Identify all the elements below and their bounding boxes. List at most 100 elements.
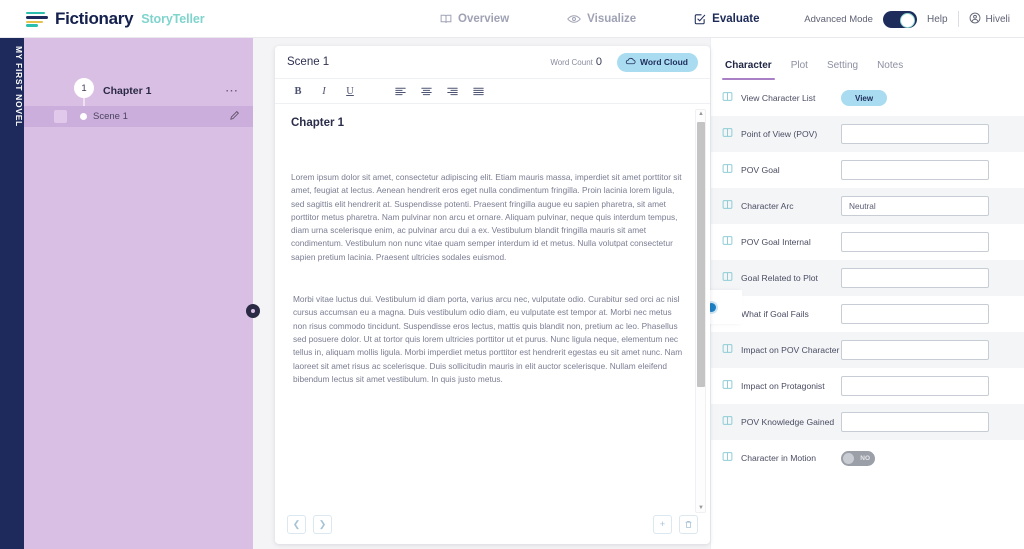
character-arc-input[interactable]	[841, 196, 989, 216]
eye-icon	[567, 13, 581, 25]
ellipsis-icon[interactable]: ⋯	[225, 84, 239, 97]
point-of-view-input[interactable]	[841, 124, 989, 144]
pov-goal-input[interactable]	[841, 160, 989, 180]
align-right-button[interactable]	[439, 80, 465, 102]
book-icon	[722, 125, 733, 143]
editor-toolbar: B I U	[275, 78, 710, 104]
underline-button[interactable]: U	[337, 80, 363, 102]
tab-notes[interactable]: Notes	[877, 60, 903, 80]
scroll-up-icon[interactable]: ▲	[698, 111, 704, 117]
pov-goal-internal-input[interactable]	[841, 232, 989, 252]
field-label: Character Arc	[741, 201, 794, 211]
scene-row[interactable]: Scene 1	[24, 106, 253, 127]
user-menu[interactable]: Hiveli	[969, 12, 1010, 27]
view-character-list-button[interactable]: View	[841, 90, 888, 106]
goal-related-to-plot-input[interactable]	[841, 268, 989, 288]
align-center-button[interactable]	[413, 80, 439, 102]
delete-scene-button[interactable]	[679, 514, 698, 534]
field-label: Impact on Protagonist	[741, 381, 825, 391]
editor-body: Chapter 1 Lorem ipsum dolor sit amet, co…	[275, 105, 710, 517]
impact-on-protagonist-input[interactable]	[841, 376, 989, 396]
field-label: Goal Related to Plot	[741, 273, 818, 283]
app-root: Fictionary StoryTeller Overview Visualiz…	[0, 0, 1024, 549]
document-heading: Chapter 1	[291, 117, 345, 129]
evaluate-tabs: Character Plot Setting Notes	[711, 38, 1024, 80]
scene-label: Scene 1	[93, 111, 128, 122]
italic-button[interactable]: I	[311, 80, 337, 102]
word-count-value: 0	[595, 56, 602, 68]
field-label: Impact on POV Character	[741, 345, 840, 355]
book-icon	[722, 89, 733, 107]
field-label: View Character List	[741, 93, 816, 103]
field-row-what-if-goal-fails: What if Goal Fails	[711, 296, 1024, 332]
word-count-label: Word Count	[550, 58, 593, 67]
book-icon	[722, 161, 733, 179]
editor-text-area[interactable]: Chapter 1 Lorem ipsum dolor sit amet, co…	[275, 105, 710, 517]
field-row-impact-on-pov-character: Impact on POV Character	[711, 332, 1024, 368]
next-scene-button[interactable]: ❯	[313, 514, 332, 534]
nav-item-visualize[interactable]: Visualize	[567, 13, 636, 25]
pov-knowledge-gained-input[interactable]	[841, 412, 989, 432]
add-scene-button[interactable]: +	[653, 514, 672, 534]
brand-product-name: StoryTeller	[141, 11, 205, 26]
field-label: Character in Motion	[741, 453, 816, 463]
field-row-pov-goal: POV Goal	[711, 152, 1024, 188]
editor-scrollbar[interactable]: ▲ ▼	[695, 109, 706, 513]
align-justify-button[interactable]	[465, 80, 491, 102]
character-in-motion-toggle[interactable]: NO	[841, 450, 875, 466]
scrollbar-thumb[interactable]	[697, 122, 705, 387]
advanced-mode-toggle[interactable]	[882, 10, 917, 28]
chapter-number-badge: 1	[74, 78, 94, 98]
tab-character[interactable]: Character	[722, 60, 775, 80]
word-count: Word Count 0	[550, 56, 602, 68]
book-icon	[722, 413, 733, 431]
chapter-row[interactable]: 1 Chapter 1 ⋯	[24, 78, 253, 102]
impact-on-pov-character-input[interactable]	[841, 340, 989, 360]
scene-node-icon	[79, 112, 88, 121]
field-label: What if Goal Fails	[741, 309, 809, 319]
book-open-icon	[440, 13, 452, 25]
user-name: Hiveli	[985, 13, 1010, 25]
scene-checkbox[interactable]	[54, 110, 67, 123]
help-link[interactable]: Help	[927, 14, 948, 25]
outline-sidebar: 1 Chapter 1 ⋯ Scene 1	[24, 38, 253, 549]
advanced-mode-label: Advanced Mode	[804, 13, 873, 25]
document-paragraph: Morbi vitae luctus dui. Vestibulum id di…	[293, 294, 683, 384]
field-row-impact-on-protagonist: Impact on Protagonist	[711, 368, 1024, 404]
character-fields-list: View Character List View Point of View (…	[711, 80, 1024, 549]
header-divider	[957, 11, 959, 27]
nav-item-overview[interactable]: Overview	[440, 13, 509, 25]
editor-header: Scene 1 Word Count 0 Word Cloud	[275, 46, 710, 78]
what-if-goal-fails-input[interactable]	[841, 304, 989, 324]
book-icon	[722, 269, 733, 287]
editor-scene-title: Scene 1	[287, 56, 330, 68]
project-title: MY FIRST NOVEL	[14, 46, 24, 127]
sidebar-collapse-handle[interactable]	[246, 304, 260, 318]
chapter-title: Chapter 1	[103, 85, 152, 97]
brand-name: Fictionary	[55, 8, 134, 28]
bold-button[interactable]: B	[285, 80, 311, 102]
book-icon	[722, 377, 733, 395]
field-row-view-character-list: View Character List View	[711, 80, 1024, 116]
field-row-goal-related-to-plot: Goal Related to Plot	[711, 260, 1024, 296]
field-row-character-arc: Character Arc	[711, 188, 1024, 224]
field-label: POV Goal	[741, 165, 780, 175]
pencil-icon[interactable]	[229, 108, 240, 126]
align-left-button[interactable]	[387, 80, 413, 102]
word-cloud-button[interactable]: Word Cloud	[617, 52, 698, 72]
field-row-point-of-view: Point of View (POV)	[711, 116, 1024, 152]
nav-item-evaluate[interactable]: Evaluate	[694, 13, 759, 25]
header-right-controls: Advanced Mode Help Hiveli	[804, 0, 1010, 38]
fictionary-logo-icon	[26, 11, 48, 27]
brand-logo[interactable]: Fictionary StoryTeller	[26, 9, 205, 29]
evaluate-panel: Character Plot Setting Notes View Charac…	[702, 38, 1024, 549]
previous-scene-button[interactable]: ❮	[287, 514, 306, 534]
project-spine[interactable]: MY FIRST NOVEL	[0, 38, 24, 549]
top-header: Fictionary StoryTeller Overview Visualiz…	[0, 0, 1024, 38]
field-label: POV Knowledge Gained	[741, 417, 835, 427]
tab-setting[interactable]: Setting	[827, 60, 858, 80]
nav-label-overview: Overview	[458, 13, 510, 25]
tab-plot[interactable]: Plot	[791, 60, 808, 80]
field-row-character-in-motion: Character in Motion NO	[711, 440, 1024, 476]
checkbox-badge-icon	[694, 13, 706, 25]
